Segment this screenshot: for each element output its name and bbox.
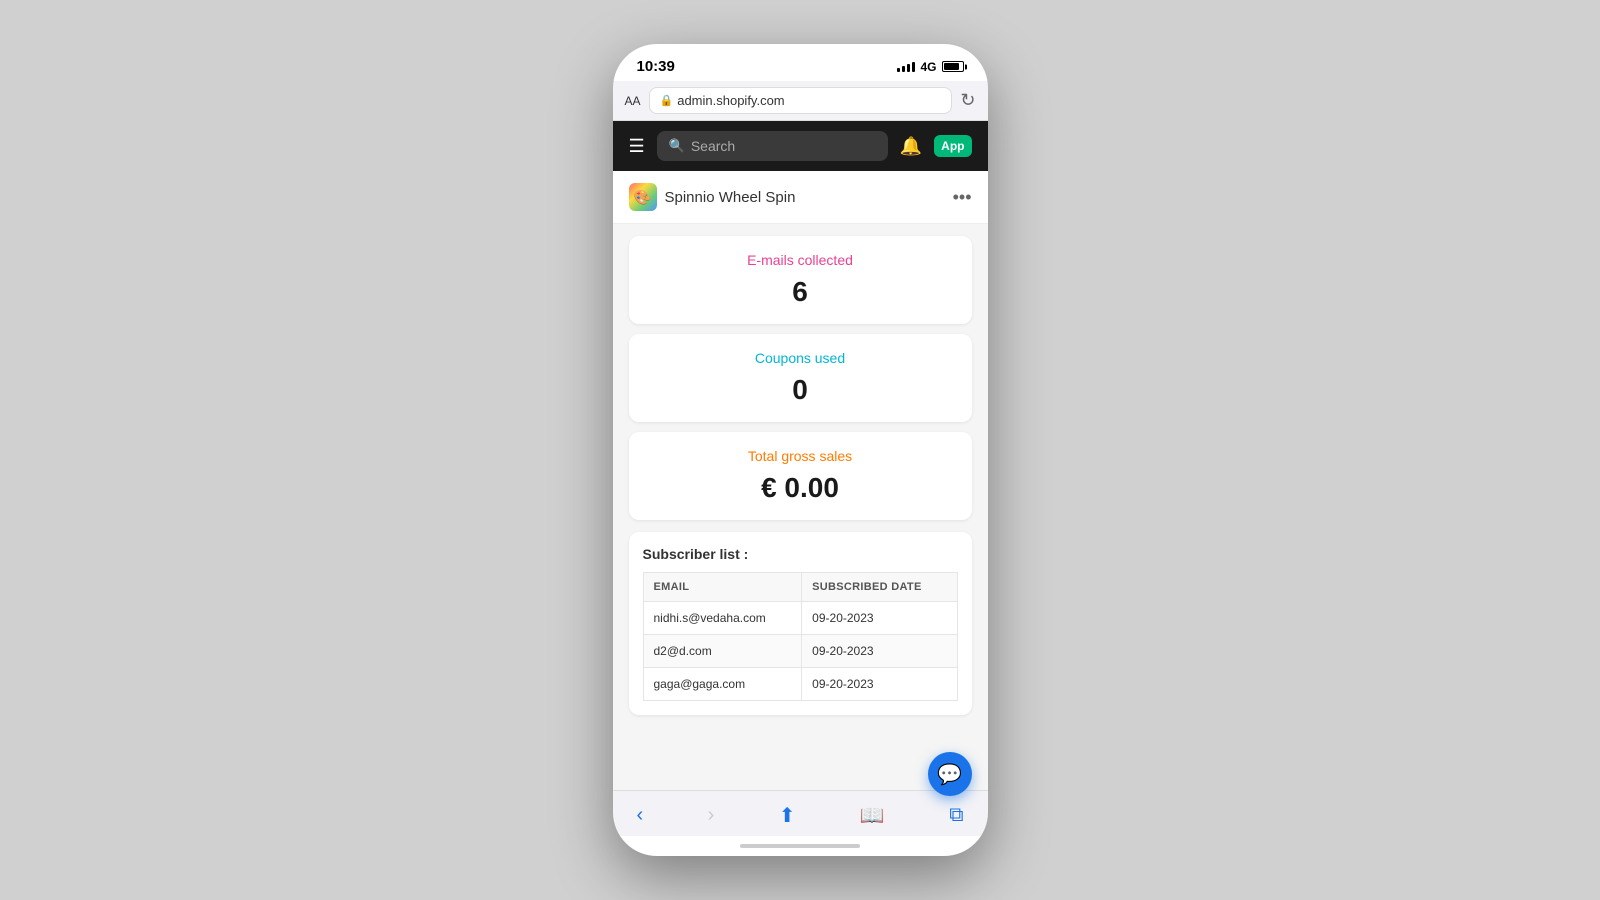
subscriber-section: Subscriber list : EMAIL SUBSCRIBED DATE … — [629, 532, 972, 715]
shopify-nav: ☰ 🔍 Search 🔔 App — [613, 121, 988, 171]
bell-icon[interactable]: 🔔 — [900, 136, 922, 157]
emails-value: 6 — [645, 276, 956, 308]
coupons-value: 0 — [645, 374, 956, 406]
emails-label: E-mails collected — [645, 252, 956, 268]
table-row: nidhi.s@vedaha.com09-20-2023 — [643, 602, 957, 635]
stats-section: E-mails collected 6 Coupons used 0 Total… — [613, 224, 988, 532]
lte-label: 4G — [920, 60, 936, 74]
app-icon: 🎨 — [629, 183, 657, 211]
more-options-button[interactable]: ••• — [953, 187, 972, 208]
app-header: 🎨 Spinnio Wheel Spin ••• — [613, 171, 988, 224]
chat-fab-button[interactable]: 💬 — [928, 752, 972, 796]
date-column-header: SUBSCRIBED DATE — [802, 573, 957, 602]
email-cell: nidhi.s@vedaha.com — [643, 602, 802, 635]
forward-button[interactable]: › — [708, 804, 715, 827]
app-header-left: 🎨 Spinnio Wheel Spin — [629, 183, 796, 211]
hamburger-icon[interactable]: ☰ — [629, 136, 645, 157]
back-button[interactable]: ‹ — [637, 804, 644, 827]
subscriber-table: EMAIL SUBSCRIBED DATE nidhi.s@vedaha.com… — [643, 572, 958, 701]
home-indicator — [613, 836, 988, 856]
app-badge: App — [934, 135, 971, 157]
status-bar: 10:39 4G — [613, 44, 988, 81]
sales-label: Total gross sales — [645, 448, 956, 464]
email-column-header: EMAIL — [643, 573, 802, 602]
coupons-label: Coupons used — [645, 350, 956, 366]
status-time: 10:39 — [637, 58, 675, 75]
url-text: admin.shopify.com — [677, 93, 784, 108]
date-cell: 09-20-2023 — [802, 602, 957, 635]
share-button[interactable]: ⬆ — [779, 803, 796, 828]
sales-card: Total gross sales € 0.00 — [629, 432, 972, 520]
battery-icon — [942, 61, 964, 72]
search-icon: 🔍 — [669, 138, 685, 154]
lock-icon: 🔒 — [660, 94, 674, 107]
date-cell: 09-20-2023 — [802, 668, 957, 701]
email-cell: d2@d.com — [643, 635, 802, 668]
refresh-button[interactable]: ↻ — [960, 90, 975, 111]
tabs-button[interactable]: ⧉ — [949, 804, 963, 827]
search-bar[interactable]: 🔍 Search — [657, 131, 888, 161]
bookmarks-button[interactable]: 📖 — [860, 803, 885, 828]
status-icons: 4G — [897, 60, 963, 74]
font-size-button[interactable]: AA — [625, 94, 641, 108]
date-cell: 09-20-2023 — [802, 635, 957, 668]
table-row: d2@d.com09-20-2023 — [643, 635, 957, 668]
emails-card: E-mails collected 6 — [629, 236, 972, 324]
sales-value: € 0.00 — [645, 472, 956, 504]
chat-icon: 💬 — [937, 762, 962, 787]
home-bar — [740, 844, 860, 848]
table-header-row: EMAIL SUBSCRIBED DATE — [643, 573, 957, 602]
phone-frame: 10:39 4G AA 🔒 admin.shopify.com ↻ ☰ 🔍 Se… — [613, 44, 988, 856]
search-placeholder: Search — [691, 138, 735, 154]
coupons-card: Coupons used 0 — [629, 334, 972, 422]
email-cell: gaga@gaga.com — [643, 668, 802, 701]
url-bar[interactable]: 🔒 admin.shopify.com — [649, 87, 953, 114]
bottom-bar: ‹ › ⬆ 📖 ⧉ — [613, 790, 988, 836]
main-content: 🎨 Spinnio Wheel Spin ••• E-mails collect… — [613, 171, 988, 790]
signal-bars-icon — [897, 62, 915, 72]
table-row: gaga@gaga.com09-20-2023 — [643, 668, 957, 701]
app-icon-emoji: 🎨 — [634, 189, 651, 206]
app-title: Spinnio Wheel Spin — [665, 189, 796, 206]
browser-bar: AA 🔒 admin.shopify.com ↻ — [613, 81, 988, 121]
subscriber-list-title: Subscriber list : — [643, 546, 958, 562]
